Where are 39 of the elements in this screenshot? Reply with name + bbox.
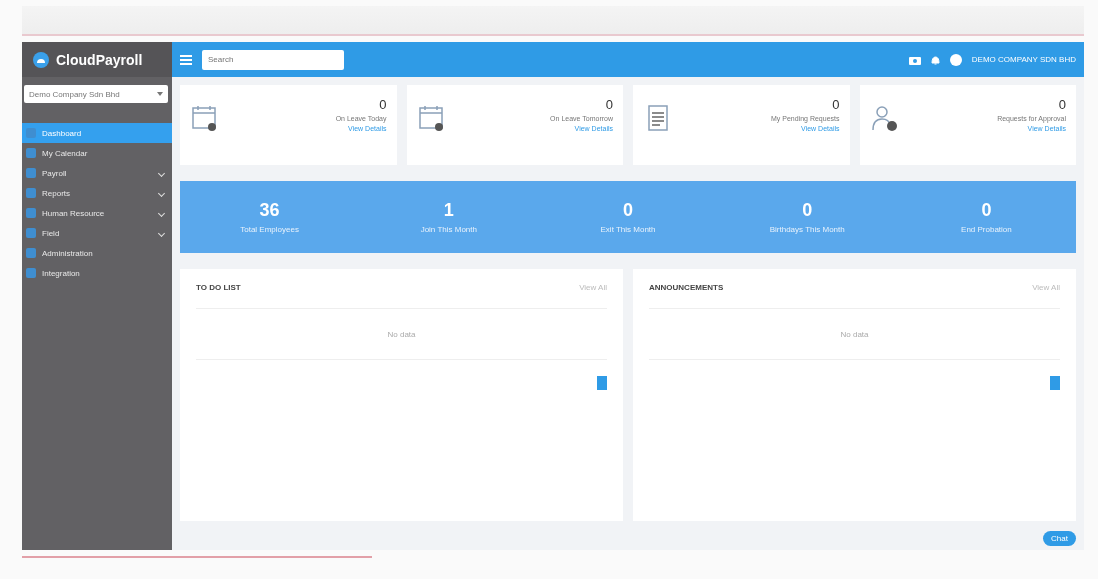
sidebar-item[interactable]: My Calendar: [22, 143, 172, 163]
brand-name: CloudPayroll: [56, 51, 143, 68]
panel-title: ANNOUNCEMENTS: [649, 283, 724, 292]
sidebar-item[interactable]: Payroll: [22, 163, 172, 183]
stat-value: 0: [802, 200, 813, 221]
stat-value: 1: [443, 200, 454, 221]
company-select[interactable]: Demo Company Sdn Bhd: [24, 85, 168, 103]
sidebar-item[interactable]: Integration: [22, 263, 172, 283]
chat-button[interactable]: Chat: [1043, 531, 1076, 546]
stat-value: 0: [981, 200, 992, 221]
avatar[interactable]: [949, 53, 962, 66]
empty-message: No data: [840, 329, 869, 339]
count: 0: [379, 97, 387, 112]
bell-icon[interactable]: [930, 54, 940, 65]
panel-title: TO DO LIST: [196, 283, 241, 292]
user-name[interactable]: DEMO COMPANY SDN BHD: [971, 55, 1076, 64]
sidebar-item[interactable]: Dashboard: [22, 123, 172, 143]
cloud-logo-icon: [32, 50, 50, 69]
sidebar-item[interactable]: Human Resource: [22, 203, 172, 223]
sidebar-item[interactable]: Field: [22, 223, 172, 243]
view-all-link[interactable]: View All: [1032, 283, 1060, 292]
stat-label: Exit This Month: [600, 225, 656, 234]
count: 0: [1058, 97, 1066, 112]
search-field[interactable]: Search: [202, 49, 344, 70]
count: 0: [605, 97, 613, 112]
count: 0: [832, 97, 840, 112]
view-all-link[interactable]: View All: [579, 283, 607, 292]
sidebar-item[interactable]: Reports: [22, 183, 172, 203]
stat-value: 0: [623, 200, 633, 221]
stat-label: Total Employees: [240, 225, 299, 234]
empty-message: No data: [387, 329, 416, 339]
camera-icon[interactable]: [908, 54, 921, 65]
stat-label: Birthdays This Month: [769, 225, 845, 234]
stat-value: 36: [259, 200, 280, 221]
sidebar-item[interactable]: Administration: [22, 243, 172, 263]
caret-icon: [157, 92, 163, 96]
stat-label: End Probation: [961, 225, 1012, 234]
person-check-icon: [869, 103, 900, 133]
stat-label: Join This Month: [420, 225, 477, 234]
